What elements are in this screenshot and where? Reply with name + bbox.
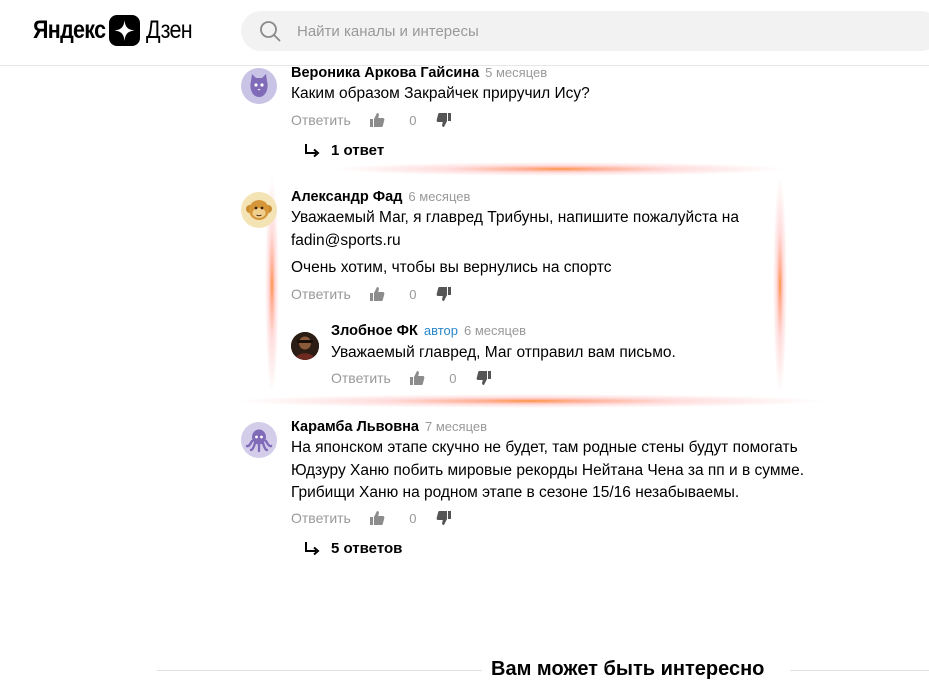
user-photo-avatar[interactable] — [291, 332, 319, 360]
like-icon[interactable] — [369, 510, 385, 526]
dislike-icon[interactable] — [436, 286, 452, 302]
monkey-avatar-icon[interactable] — [241, 192, 277, 228]
like-icon[interactable] — [369, 112, 385, 128]
reply-time: 6 месяцев — [463, 323, 526, 338]
reply-button[interactable]: Ответить — [291, 112, 351, 128]
replies-count-label: 5 ответов — [331, 540, 403, 557]
search-input[interactable] — [297, 11, 897, 51]
show-replies-button[interactable]: 5 ответов — [303, 540, 402, 557]
comment-time: 6 месяцев — [408, 189, 471, 204]
show-replies-button[interactable]: 1 ответ — [303, 142, 384, 159]
like-count: 0 — [449, 370, 457, 386]
cat-avatar-icon[interactable] — [241, 68, 277, 104]
comment-text-paragraph-2: Очень хотим, чтобы вы вернулись на спорт… — [291, 259, 612, 276]
comment-author[interactable]: Александр Фад — [291, 189, 402, 205]
yandex-zen-logo[interactable]: Яндекс Дзен — [33, 14, 200, 46]
replies-count-label: 1 ответ — [331, 142, 385, 159]
comment-text: Уважаемый Маг, я главред Трибуны, напиши… — [291, 209, 739, 249]
logo-word-zen: Дзен — [146, 15, 193, 44]
logo-word-yandex: Яндекс — [33, 15, 106, 44]
dislike-icon[interactable] — [436, 510, 452, 526]
search-bar[interactable] — [241, 11, 929, 51]
reply-arrow-icon — [305, 143, 320, 157]
octopus-avatar-icon[interactable] — [241, 422, 277, 458]
like-count: 0 — [409, 112, 417, 128]
comment-text: Каким образом Закрайчек приручил Ису? — [291, 85, 590, 102]
reply-button[interactable]: Ответить — [331, 370, 391, 386]
comment-author[interactable]: Карамба Львовна — [291, 419, 419, 435]
like-icon[interactable] — [369, 286, 385, 302]
author-badge: автор — [423, 323, 458, 338]
like-count: 0 — [409, 510, 417, 526]
comment-author[interactable]: Вероника Аркова Гайсина — [291, 65, 479, 81]
zen-star-icon — [109, 14, 141, 46]
section-divider — [790, 670, 929, 671]
reply-text: Уважаемый главред, Маг отправил вам пись… — [331, 344, 676, 361]
reply-button[interactable]: Ответить — [291, 510, 351, 526]
comment-time: 5 месяцев — [485, 65, 548, 80]
like-count: 0 — [409, 286, 417, 302]
dislike-icon[interactable] — [436, 112, 452, 128]
comment-time: 7 месяцев — [425, 419, 488, 434]
reply-button[interactable]: Ответить — [291, 286, 351, 302]
search-icon[interactable] — [259, 20, 281, 42]
recommendations-title: Вам может быть интересно — [491, 658, 765, 680]
comment-text: На японском этапе скучно не будет, там р… — [291, 439, 805, 501]
section-divider — [157, 670, 482, 671]
dislike-icon[interactable] — [476, 370, 492, 386]
top-header: Яндекс Дзен — [0, 0, 929, 66]
highlight-glow-top — [330, 162, 790, 176]
reply-author[interactable]: Злобное ФК — [331, 323, 418, 339]
like-icon[interactable] — [409, 370, 425, 386]
highlight-glow-bottom — [230, 394, 830, 408]
reply-arrow-icon — [305, 541, 320, 555]
